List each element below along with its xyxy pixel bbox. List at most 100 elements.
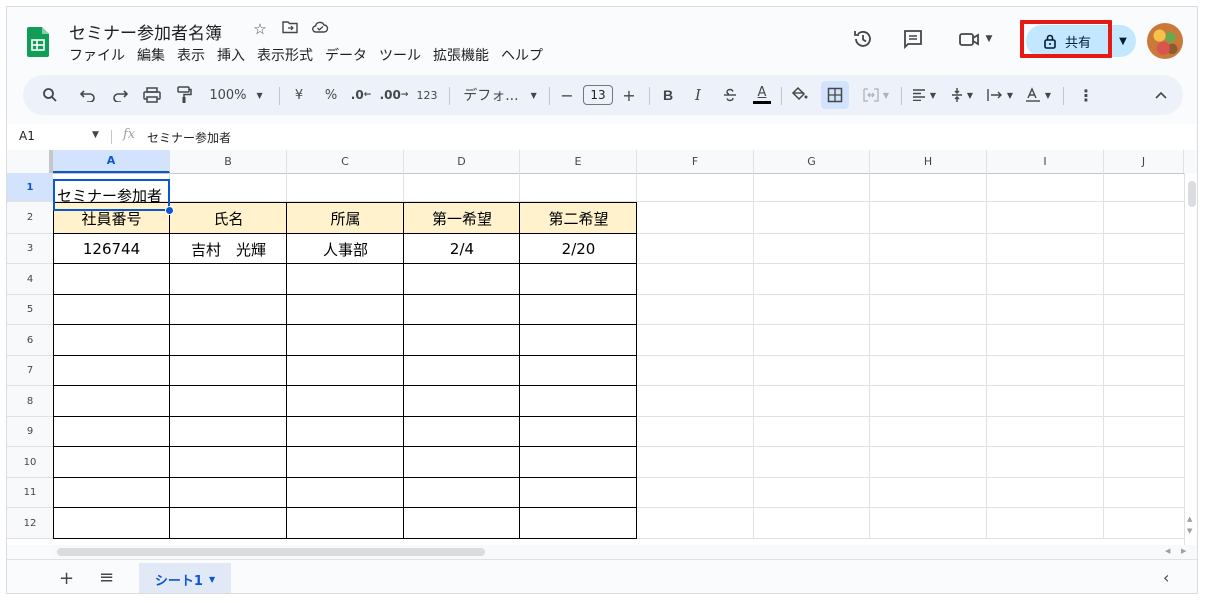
scroll-left-icon[interactable]: ◀ (1165, 547, 1170, 555)
fill-color-icon[interactable] (789, 75, 811, 115)
table-header-cell[interactable]: 第一希望 (404, 202, 520, 234)
share-dropdown-button[interactable]: ▼ (1110, 25, 1136, 57)
column-header-c[interactable]: C (287, 150, 404, 173)
row-header-7[interactable]: 7 (7, 356, 53, 386)
table-header-cell[interactable]: 氏名 (170, 202, 287, 234)
chevron-down-icon: ▼ (1044, 90, 1052, 100)
menu-insert[interactable]: 挿入 (217, 45, 245, 65)
all-sheets-icon[interactable]: ≡ (99, 567, 114, 588)
column-header-a[interactable]: A (53, 150, 170, 173)
table-cell[interactable]: 2/20 (520, 234, 637, 264)
comments-icon[interactable] (897, 23, 929, 55)
cloud-status-icon[interactable] (310, 20, 330, 38)
horizontal-scroll-thumb[interactable] (57, 548, 485, 556)
percent-format-button[interactable]: % (319, 75, 343, 115)
row-header-3[interactable]: 3 (7, 234, 53, 264)
text-color-button[interactable]: A (751, 75, 773, 115)
row-header-4[interactable]: 4 (7, 264, 53, 295)
decrease-font-size-button[interactable]: − (555, 75, 579, 115)
strikethrough-icon[interactable] (719, 75, 741, 115)
table-cell[interactable]: 吉村 光輝 (170, 234, 287, 264)
column-header-h[interactable]: H (870, 150, 987, 173)
table-header-cell[interactable]: 所属 (287, 202, 404, 234)
column-header-b[interactable]: B (170, 150, 287, 173)
font-size-input[interactable]: 13 (583, 85, 613, 105)
scroll-down-icon[interactable]: ▼ (1187, 527, 1192, 535)
paint-format-icon[interactable] (173, 75, 195, 115)
row-header-6[interactable]: 6 (7, 325, 53, 356)
vertical-scrollbar[interactable]: ▲ ▼ (1184, 173, 1197, 545)
merge-cells-icon[interactable]: ▼ (857, 75, 895, 115)
fill-handle[interactable] (165, 206, 174, 215)
menu-data[interactable]: データ (325, 45, 367, 65)
increase-decimal-button[interactable]: .00 → (380, 75, 409, 115)
font-select[interactable]: デフォ... ▼ (457, 75, 543, 115)
chevron-down-icon[interactable]: ▼ (92, 130, 99, 140)
add-sheet-icon[interactable]: + (59, 568, 74, 589)
vertical-scroll-thumb[interactable] (1188, 181, 1196, 207)
collapse-menu-icon[interactable] (1149, 75, 1173, 115)
decrease-decimal-button[interactable]: .0 ← (349, 75, 373, 115)
undo-icon[interactable] (77, 75, 99, 115)
print-icon[interactable] (141, 75, 163, 115)
table-cell[interactable]: 人事部 (287, 234, 404, 264)
history-icon[interactable] (847, 23, 879, 55)
column-header-i[interactable]: I (987, 150, 1104, 173)
menu-view[interactable]: 表示 (177, 45, 205, 65)
increase-font-size-button[interactable]: + (617, 75, 641, 115)
row-header-8[interactable]: 8 (7, 386, 53, 417)
horizontal-align-icon[interactable]: ▼ (907, 75, 941, 115)
table-cell[interactable]: 126744 (53, 234, 170, 264)
star-icon[interactable]: ☆ (250, 20, 270, 38)
column-header-f[interactable]: F (637, 150, 754, 173)
row-header-10[interactable]: 10 (7, 447, 53, 478)
row-header-11[interactable]: 11 (7, 478, 53, 508)
more-options-icon[interactable]: ⋮ (1075, 75, 1097, 115)
row-header-5[interactable]: 5 (7, 295, 53, 325)
zoom-select[interactable]: 100% ▼ (205, 75, 267, 115)
menu-help[interactable]: ヘルプ (501, 45, 543, 65)
table-cell[interactable]: 2/4 (404, 234, 520, 264)
avatar[interactable] (1147, 23, 1183, 59)
spreadsheet-grid[interactable]: ABCDEFGHIJ 1 2 3 4 5 6 7 8 9 10 11 12 セミナー参加者 社員番号氏… (7, 150, 1197, 545)
collapse-sidepanel-icon[interactable]: ‹ (1163, 568, 1169, 587)
column-header-j[interactable]: J (1104, 150, 1184, 173)
horizontal-scrollbar[interactable]: ◀ ▶ (53, 545, 1197, 559)
meet-icon[interactable]: ▼ (951, 23, 999, 55)
menu-format[interactable]: 表示形式 (257, 45, 313, 65)
formula-input[interactable]: セミナー参加者 (147, 129, 231, 146)
row-header-9[interactable]: 9 (7, 417, 53, 447)
sheets-logo-icon[interactable] (27, 27, 49, 57)
name-box[interactable]: A1 (19, 129, 35, 143)
redo-icon[interactable] (109, 75, 131, 115)
row-header-1[interactable]: 1 (7, 173, 53, 202)
more-formats-button[interactable]: 123 (415, 75, 439, 115)
italic-button[interactable]: I (687, 75, 709, 115)
text-wrapping-icon[interactable]: ▼ (983, 75, 1017, 115)
menu-file[interactable]: ファイル (69, 45, 125, 65)
row-header-2[interactable]: 2 (7, 202, 53, 234)
zoom-value: 100% (209, 87, 247, 103)
vertical-align-icon[interactable]: ▼ (945, 75, 979, 115)
table-header-cell[interactable]: 第二希望 (520, 202, 637, 234)
text-rotation-icon[interactable]: ▼ (1021, 75, 1055, 115)
select-all-corner[interactable] (7, 150, 53, 173)
row-header-12[interactable]: 12 (7, 508, 53, 539)
menu-extensions[interactable]: 拡張機能 (433, 45, 489, 65)
menu-tools[interactable]: ツール (379, 45, 421, 65)
document-title[interactable]: セミナー参加者名簿 (69, 19, 222, 44)
scroll-up-icon[interactable]: ▲ (1187, 515, 1192, 523)
currency-format-button[interactable]: ¥ (287, 75, 311, 115)
table-border-h (53, 263, 637, 264)
tab-sheet1[interactable]: シート1 ▼ (139, 563, 231, 593)
bold-button[interactable]: B (657, 75, 679, 115)
move-folder-icon[interactable] (280, 20, 300, 38)
scroll-right-icon[interactable]: ▶ (1181, 547, 1186, 555)
chevron-down-icon: ▼ (256, 90, 263, 100)
search-menus-icon[interactable] (39, 75, 61, 115)
column-header-d[interactable]: D (404, 150, 520, 173)
chevron-down-icon: ▼ (208, 574, 216, 584)
column-header-e[interactable]: E (520, 150, 637, 173)
column-header-g[interactable]: G (754, 150, 870, 173)
menu-edit[interactable]: 編集 (137, 45, 165, 65)
